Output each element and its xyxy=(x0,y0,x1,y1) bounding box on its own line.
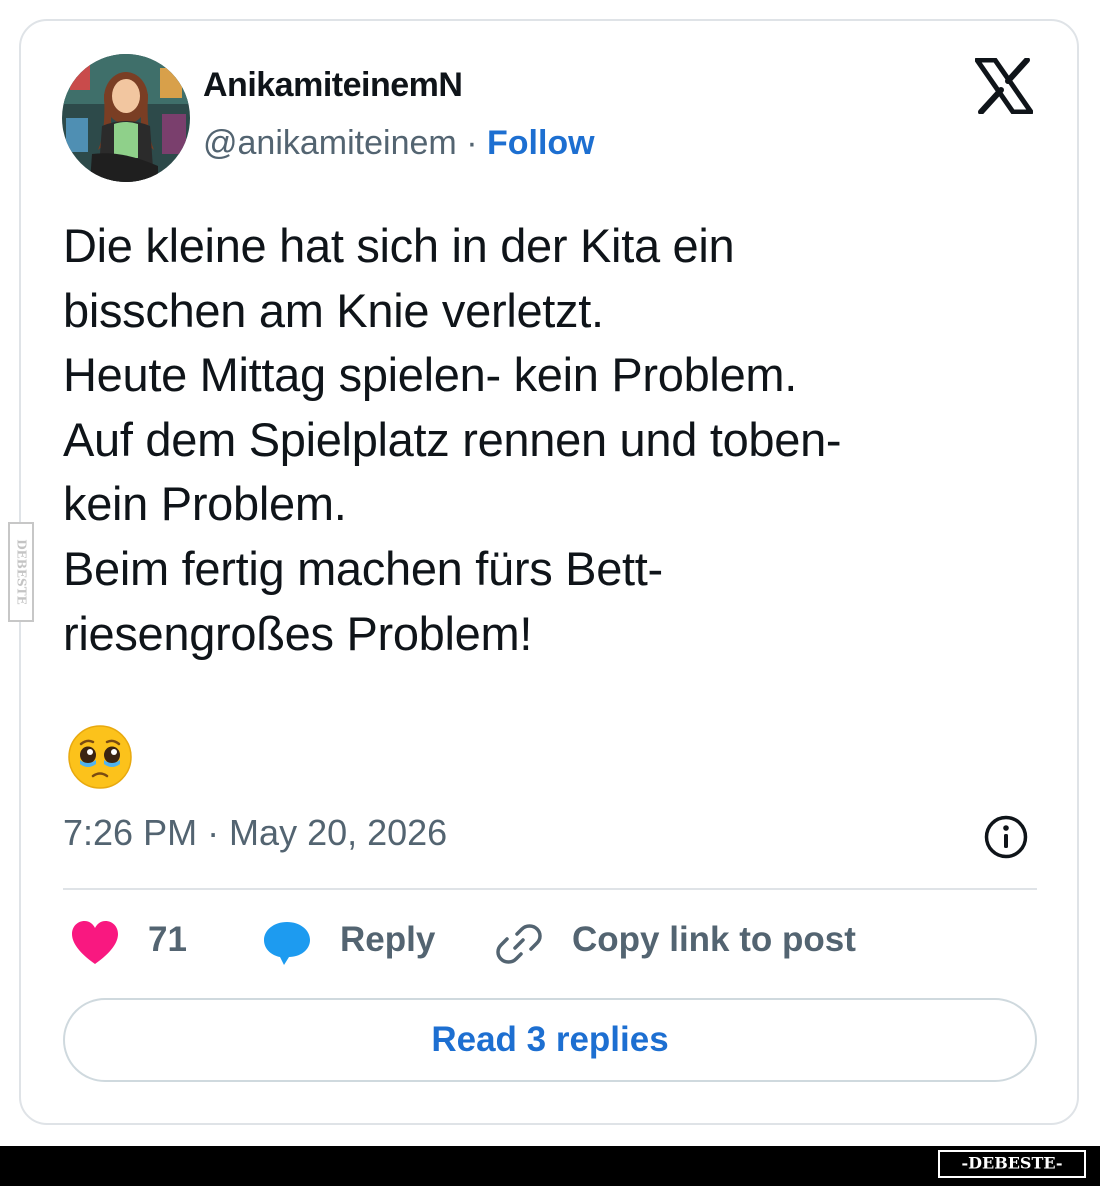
x-logo-icon[interactable] xyxy=(975,58,1033,114)
author-display-name[interactable]: AnikamiteinemN xyxy=(203,66,463,105)
tweet-line: Die kleine hat sich in der Kita ein xyxy=(63,219,735,272)
avatar[interactable] xyxy=(62,54,190,182)
watermark-logo: -DEBESTE- xyxy=(938,1150,1086,1178)
heart-icon[interactable] xyxy=(70,920,120,966)
link-icon[interactable] xyxy=(495,920,543,968)
tweet-text: Die kleine hat sich in der Kita ein biss… xyxy=(63,214,1043,666)
divider xyxy=(63,888,1037,890)
tweet-line: kein Problem. xyxy=(63,477,347,531)
pleading-face-emoji-icon xyxy=(68,725,132,789)
tweet-line: Beim fertig machen fürs Bett- xyxy=(63,541,663,595)
reply-button[interactable]: Reply xyxy=(340,920,435,960)
like-count[interactable]: 71 xyxy=(148,920,187,960)
author-handle[interactable]: @anikamiteinem xyxy=(203,124,457,162)
read-replies-button[interactable]: Read 3 replies xyxy=(63,998,1037,1082)
reply-bubble-icon[interactable] xyxy=(262,919,312,967)
copy-link-button[interactable]: Copy link to post xyxy=(572,920,856,960)
separator-dot: · xyxy=(466,124,478,162)
tweet-line: riesengroßes Problem! xyxy=(63,606,533,660)
follow-button[interactable]: Follow xyxy=(487,124,595,162)
tweet-line: bisschen am Knie verletzt. xyxy=(63,283,604,337)
svg-text:-DEBESTE-: -DEBESTE- xyxy=(961,1154,1062,1173)
bottom-bar xyxy=(0,1146,1100,1186)
tweet-line: Auf dem Spielplatz rennen und toben- xyxy=(63,412,842,466)
tweet-line: Heute Mittag spielen- kein Problem. xyxy=(63,348,798,402)
svg-text:DEBESTE: DEBESTE xyxy=(15,539,29,605)
info-icon[interactable] xyxy=(983,814,1029,860)
author-handle-row: @anikamiteinem · Follow xyxy=(203,124,595,163)
side-watermark-logo: DEBESTE xyxy=(8,522,34,622)
tweet-timestamp[interactable]: 7:26 PM · May 20, 2026 xyxy=(63,812,447,854)
